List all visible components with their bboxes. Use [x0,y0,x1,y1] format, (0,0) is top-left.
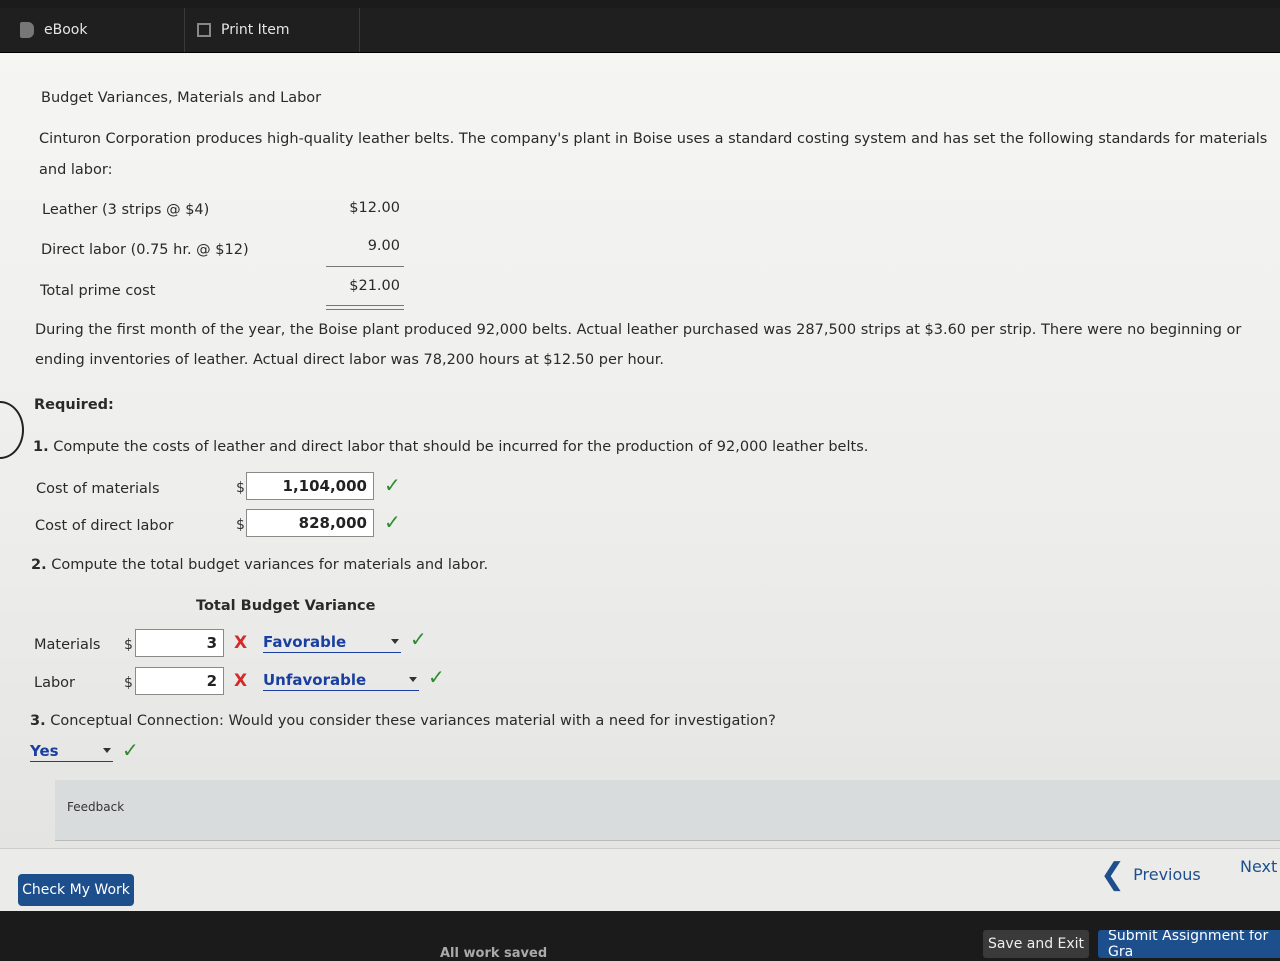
standard-total-label: Total prime cost [40,283,156,299]
q2-question: Compute the total budget variances for m… [51,557,489,573]
total-budget-variance-header: Total Budget Variance [196,598,376,614]
dropdown-caret-icon [103,748,111,753]
book-icon [20,22,34,38]
materials-variance-input[interactable]: 3 [135,629,224,657]
materials-variance-label: Materials [34,637,101,653]
footer-bar: All work saved Save and Exit Submit Assi… [0,912,1280,961]
standard-labor-label: Direct labor (0.75 hr. @ $12) [41,242,249,258]
q3-question: Conceptual Connection: Would you conside… [50,713,776,729]
print-icon [197,23,211,37]
materials-variance-currency: $ [124,637,133,653]
chevron-left-icon: ❮ [1100,857,1126,892]
labor-variance-label: Labor [34,675,76,691]
intro-line-1: Cinturon Corporation produces high-quali… [39,131,1268,147]
q3-number: 3. [30,713,46,729]
feedback-label: Feedback [67,800,125,814]
problem-title: Budget Variances, Materials and Labor [41,90,322,106]
q1-question: Compute the costs of leather and direct … [53,439,869,455]
cost-labor-currency: $ [236,517,245,533]
cost-labor-check-icon: ✓ [384,510,401,534]
q2-text: 2. Compute the total budget variances fo… [31,550,488,580]
total-double-rule-top [326,305,404,306]
cost-materials-currency: $ [236,480,245,496]
submit-assignment-button[interactable]: Submit Assignment for Gra [1098,930,1280,958]
labor-incorrect-icon: X [234,671,248,691]
previous-label: Previous [1133,865,1201,884]
cursor-ring [0,401,24,459]
materials-incorrect-icon: X [234,633,248,653]
details-line-1: During the first month of the year, the … [35,322,1242,338]
ebook-tab[interactable]: eBook [0,8,185,52]
standard-leather-amount: $12.00 [349,200,400,216]
cost-materials-label: Cost of materials [36,481,160,497]
labor-variance-currency: $ [124,675,133,691]
print-item-tab[interactable]: Print Item [185,8,360,52]
materials-variance-select[interactable]: Favorable [263,633,401,653]
bottom-nav: Check My Work ❮ Previous Next [0,848,1280,911]
save-status: All work saved [440,946,548,961]
save-and-exit-button[interactable]: Save and Exit [983,930,1089,958]
cost-labor-label: Cost of direct labor [35,518,174,534]
labor-variance-select[interactable]: Unfavorable [263,671,419,691]
standard-leather-label: Leather (3 strips @ $4) [42,202,210,218]
materials-selection-check-icon: ✓ [410,627,427,651]
q2-number: 2. [31,557,47,573]
intro-line-2: and labor: [39,162,113,178]
feedback-panel: Feedback [55,780,1280,841]
print-item-label: Print Item [221,22,290,38]
q1-number: 1. [33,439,49,455]
cost-labor-input[interactable]: 828,000 [246,509,374,537]
previous-button[interactable]: ❮ Previous [1100,857,1201,892]
total-double-rule-bottom [326,309,404,310]
next-button[interactable]: Next [1240,857,1277,876]
top-toolbar: eBook Print Item [0,8,1280,53]
materiality-check-icon: ✓ [122,738,139,762]
details-line-2: ending inventories of leather. Actual di… [35,352,664,368]
standard-labor-amount: 9.00 [367,238,400,254]
materiality-selection: Yes [30,742,59,760]
q3-text: 3. Conceptual Connection: Would you cons… [30,706,776,736]
dropdown-caret-icon [409,677,417,682]
required-label: Required: [34,397,114,413]
dropdown-caret-icon [391,639,399,644]
standard-total-amount: $21.00 [349,278,400,294]
cost-materials-input[interactable]: 1,104,000 [246,472,374,500]
ebook-label: eBook [44,22,88,38]
subtotal-rule [326,266,404,267]
materials-variance-selection: Favorable [263,633,347,651]
check-my-work-button[interactable]: Check My Work [18,874,134,906]
cost-materials-check-icon: ✓ [384,473,401,497]
labor-variance-selection: Unfavorable [263,671,367,689]
materiality-select[interactable]: Yes [30,742,113,762]
q1-text: 1. Compute the costs of leather and dire… [33,432,868,462]
labor-variance-input[interactable]: 2 [135,667,224,695]
problem-content: Budget Variances, Materials and Labor Ci… [0,53,1280,848]
labor-selection-check-icon: ✓ [428,665,445,689]
